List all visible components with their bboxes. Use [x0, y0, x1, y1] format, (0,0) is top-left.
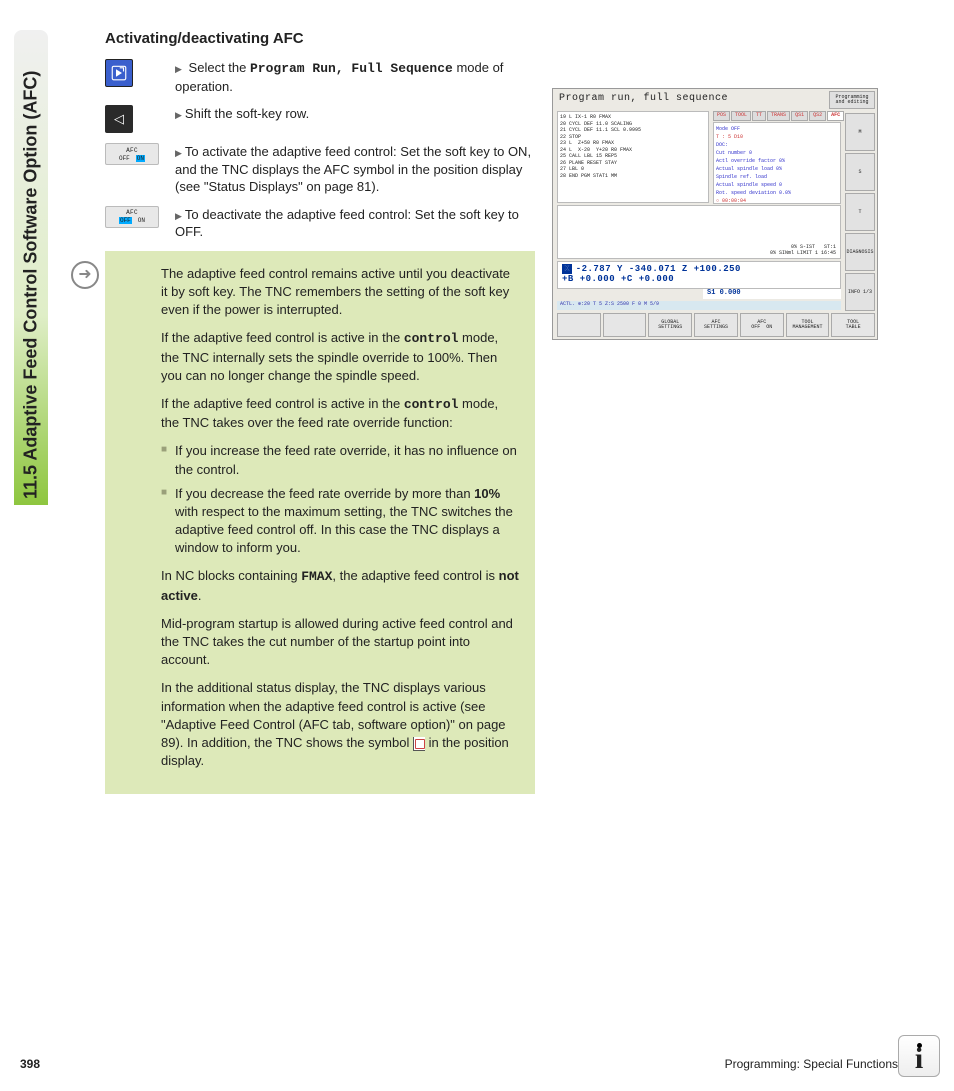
- scr-spindle: S1 0.000: [703, 289, 841, 299]
- scr-sk: [557, 313, 601, 337]
- note-p3: If the adaptive feed control is active i…: [161, 395, 519, 432]
- scr-position-display: XX -2.787 Y -340.071 Z +100.250 +B +0.00…: [557, 261, 841, 289]
- scr-spin-ref: Spindle ref. load: [716, 173, 838, 181]
- shift-left-icon: ◁: [105, 105, 133, 133]
- step1-mono: Program Run, Full Sequence: [250, 61, 453, 76]
- note-bullet-1: If you increase the feed rate override, …: [161, 442, 519, 478]
- note-p4: In NC blocks containing FMAX, the adapti…: [161, 567, 519, 604]
- note-p2: If the adaptive feed control is active i…: [161, 329, 519, 385]
- page-footer: 398 Programming: Special Functions: [20, 1057, 898, 1071]
- scr-spin-load: Actual spindle load 0%: [716, 165, 838, 173]
- step-4: AFC OFF ON To deactivate the adaptive fee…: [105, 206, 535, 241]
- scr-rbtn-m: M: [845, 113, 875, 151]
- main-content: Activating/deactivating AFC Select the P…: [105, 30, 535, 794]
- note-p2-mono: control: [404, 331, 459, 346]
- step1-text-a: Select the: [189, 60, 250, 75]
- softkey-afc-label2: AFC: [126, 209, 138, 216]
- softkey-off: OFF: [119, 155, 130, 162]
- scr-doc: DOC:: [716, 141, 838, 149]
- step2-text: Shift the soft-key row.: [175, 105, 535, 123]
- afc-softkey-on: AFC OFF ON: [105, 143, 159, 165]
- scr-actl-ovr: Actl override factor 0%: [716, 157, 838, 165]
- step3-text: To activate the adaptive feed control: S…: [175, 143, 535, 196]
- scr-pos-line1: X -2.787 Y -340.071 Z +100.250: [564, 264, 741, 274]
- scr-time: ○ 00:00:04: [716, 197, 838, 205]
- note-bullet-2: If you decrease the feed rate override b…: [161, 485, 519, 558]
- info-icon: i: [898, 1035, 940, 1077]
- note-p5: Mid-program startup is allowed during ac…: [161, 615, 519, 670]
- step-2: ◁ Shift the soft-key row.: [105, 105, 535, 133]
- note-p4-mono: FMAX: [301, 569, 332, 584]
- scr-status-panel: Mode OFF T : 5 D10 DOC: Cut number 0 Act…: [713, 122, 841, 204]
- step-1: Select the Program Run, Full Sequence mo…: [105, 59, 535, 95]
- scr-cut: Cut number 0: [716, 149, 838, 157]
- note-b2b: with respect to the maximum setting, the…: [175, 504, 513, 555]
- scr-tabs: POS TOOL TT TRANS QS1 QS2 AFC: [713, 111, 841, 121]
- afc-softkey-off: AFC OFF ON: [105, 206, 159, 228]
- note-b2-bold: 10%: [474, 486, 500, 501]
- scr-mode: Mode OFF: [716, 125, 838, 133]
- note-p4a: In NC blocks containing: [161, 568, 301, 583]
- afc-symbol-icon: [413, 737, 425, 751]
- step-3: AFC OFF ON To activate the adaptive feed …: [105, 143, 535, 196]
- scr-sk-toolmgmt: TOOL MANAGEMENT: [786, 313, 830, 337]
- note-box: The adaptive feed control remains active…: [105, 251, 535, 795]
- scr-rbtn-s: S: [845, 153, 875, 191]
- softkey-off-highlighted: OFF: [119, 217, 132, 224]
- scr-actl-row: ACTL. ⊕:20 T 5 Z:S 2500 F 0 M 5/9: [557, 301, 841, 310]
- scr-graph-lower: 0% S-IST ST:1 0% SINml LIMIT 1 16:45: [770, 244, 836, 256]
- note-p4b: , the adaptive feed control is: [332, 568, 498, 583]
- scr-spin-speed: Actual spindle speed 0: [716, 181, 838, 189]
- scr-tab: TOOL: [731, 111, 751, 121]
- scr-rbtn-diag: DIAGNOSIS: [845, 233, 875, 271]
- scr-sk-global: GLOBAL SETTINGS: [648, 313, 692, 337]
- section-heading: Activating/deactivating AFC: [105, 30, 535, 47]
- chapter-title: Programming: Special Functions: [725, 1057, 898, 1071]
- softkey-on: ON: [138, 217, 145, 224]
- scr-mode-label: Programming and editing: [829, 91, 875, 109]
- scr-sk: [603, 313, 647, 337]
- scr-sk-afcset: AFC SETTINGS: [694, 313, 738, 337]
- note-arrow-icon: [71, 261, 99, 289]
- scr-softkey-row: GLOBAL SETTINGS AFC SETTINGS AFC OFF ON …: [557, 313, 875, 337]
- scr-sk-tooltable: TOOL TABLE: [831, 313, 875, 337]
- scr-graph-area: 0% S-IST ST:1 0% SINml LIMIT 1 16:45: [557, 205, 841, 259]
- scr-tab: TT: [752, 111, 766, 121]
- scr-right-buttons: M S T DIAGNOSIS INFO 1/3: [845, 113, 875, 311]
- scr-program-listing: 19 L IX-1 R0 FMAX 20 CYCL DEF 11.0 SCALI…: [557, 111, 709, 203]
- scr-tab: POS: [713, 111, 730, 121]
- softkey-afc-label: AFC: [126, 147, 138, 154]
- note-p4c: .: [198, 588, 202, 603]
- scr-rot-dev: Rot. speed deviation 0.0%: [716, 189, 838, 197]
- scr-rbtn-info: INFO 1/3: [845, 273, 875, 311]
- scr-rbtn-t: T: [845, 193, 875, 231]
- softkey-on-highlighted: ON: [136, 155, 145, 162]
- note-p3a: If the adaptive feed control is active i…: [161, 396, 404, 411]
- sidebar-section-label: 11.5 Adaptive Feed Control Software Opti…: [14, 30, 48, 505]
- scr-tab: QS2: [809, 111, 826, 121]
- note-p6: In the additional status display, the TN…: [161, 679, 519, 770]
- scr-tab: QS1: [791, 111, 808, 121]
- scr-title: Program run, full sequence: [559, 93, 728, 104]
- scr-pos-line2: +B +0.000 +C +0.000: [562, 274, 836, 284]
- note-b2a: If you decrease the feed rate override b…: [175, 486, 474, 501]
- scr-sk-afc: AFC OFF ON: [740, 313, 784, 337]
- mode-icon: [105, 59, 133, 87]
- step4-text: To deactivate the adaptive feed control:…: [175, 206, 535, 241]
- note-p2a: If the adaptive feed control is active i…: [161, 330, 404, 345]
- scr-tab-afc: AFC: [827, 111, 844, 121]
- scr-tdoc: T : 5 D10: [716, 133, 838, 141]
- page-number: 398: [20, 1057, 40, 1071]
- tnc-screenshot: Program run, full sequence Programming a…: [552, 88, 878, 340]
- note-p1: The adaptive feed control remains active…: [161, 265, 519, 320]
- scr-tab: TRANS: [767, 111, 790, 121]
- note-p3-mono: control: [404, 397, 459, 412]
